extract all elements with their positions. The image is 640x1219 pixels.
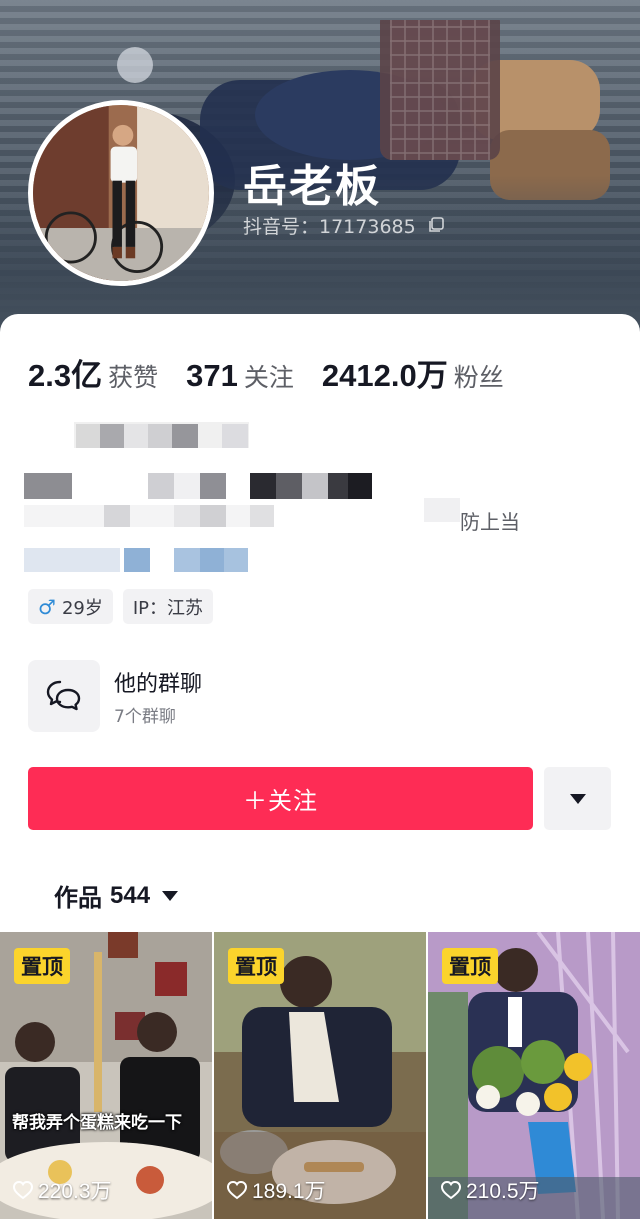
copy-icon[interactable] xyxy=(427,216,445,234)
followers-count[interactable]: 2412.0万 xyxy=(322,350,448,395)
heart-icon xyxy=(226,1180,248,1200)
group-chat-title: 他的群聊 xyxy=(114,672,203,697)
group-chat-entry[interactable]: 他的群聊 7个群聊 xyxy=(28,660,588,732)
male-icon: ♂ xyxy=(38,594,56,619)
pinned-badge: 置顶 xyxy=(442,948,498,984)
ip-tag: IP：江苏 xyxy=(122,589,214,624)
video-caption: 帮我弄个蛋糕来吃一下 xyxy=(12,1113,182,1133)
bio-visible-text: 防上当 xyxy=(460,510,520,534)
group-chat-count: 7个群聊 xyxy=(114,707,176,727)
avatar[interactable] xyxy=(28,100,214,286)
video-tile[interactable]: 置顶 210.5万 xyxy=(428,932,640,1219)
age-tag: ♂ 29岁 xyxy=(28,589,113,624)
follow-button[interactable]: ＋关注 xyxy=(28,767,533,830)
video-grid: 置顶 帮我弄个蛋糕来吃一下 220.3万 置顶 189.1万 置顶 210.5万 xyxy=(0,932,640,1219)
douyin-id: 抖音号：17173685 xyxy=(243,216,416,238)
followers-label[interactable]: 粉丝 xyxy=(454,358,504,394)
pinned-badge: 置顶 xyxy=(228,948,284,984)
works-count: 544 xyxy=(110,881,151,909)
stats-row: 2.3亿 获赞 371 关注 2412.0万 粉丝 xyxy=(28,350,532,393)
caret-down-icon xyxy=(569,793,586,804)
group-chat-icon-box xyxy=(28,660,100,732)
bio-blurred: 防上当 xyxy=(24,420,624,580)
profile-tags: ♂ 29岁 IP：江苏 xyxy=(28,589,214,624)
works-dropdown-icon xyxy=(162,890,179,901)
pinned-badge: 置顶 xyxy=(14,948,70,984)
heart-icon xyxy=(12,1180,34,1200)
works-tab[interactable]: 作品 544 xyxy=(54,878,179,913)
following-count[interactable]: 371 xyxy=(186,358,238,394)
likes-count: 2.3亿 xyxy=(28,358,103,393)
heart-icon xyxy=(440,1180,462,1200)
likes-label: 获赞 xyxy=(108,363,159,392)
video-likes: 210.5万 xyxy=(440,1175,540,1205)
chat-bubbles-icon xyxy=(46,680,81,711)
video-tile[interactable]: 置顶 189.1万 xyxy=(214,932,426,1219)
video-tile[interactable]: 置顶 帮我弄个蛋糕来吃一下 220.3万 xyxy=(0,932,212,1219)
more-options-button[interactable] xyxy=(544,767,611,830)
following-label[interactable]: 关注 xyxy=(244,358,294,394)
video-likes: 189.1万 xyxy=(226,1175,326,1205)
nickname: 岳老板 xyxy=(243,161,381,212)
works-label: 作品 xyxy=(54,884,102,912)
video-likes: 220.3万 xyxy=(12,1175,112,1205)
